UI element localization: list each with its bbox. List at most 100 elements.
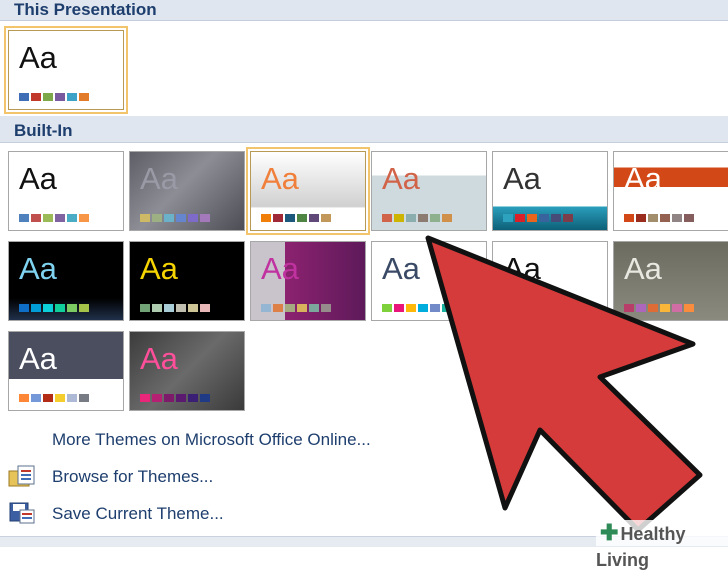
color-swatch: [164, 304, 174, 312]
color-swatch: [672, 214, 682, 222]
theme-thumbnail-apex[interactable]: Aa: [129, 151, 245, 231]
theme-thumbnail-oriel[interactable]: Aa: [8, 331, 124, 411]
theme-thumbnail-current[interactable]: Aa: [4, 26, 128, 114]
color-swatch: [67, 394, 77, 402]
color-swatch: [31, 304, 41, 312]
color-swatches: [19, 394, 89, 402]
color-swatch: [19, 304, 29, 312]
theme-sample-text: Aa: [140, 161, 178, 196]
color-swatch: [19, 214, 29, 222]
color-swatch: [309, 214, 319, 222]
color-swatch: [551, 304, 561, 312]
color-swatch: [297, 214, 307, 222]
color-swatch: [285, 304, 295, 312]
color-swatch: [285, 214, 295, 222]
color-swatch: [442, 214, 452, 222]
color-swatch: [55, 93, 65, 101]
color-swatches: [140, 214, 210, 222]
color-swatches: [382, 304, 452, 312]
color-swatch: [430, 214, 440, 222]
theme-thumbnail-office-theme[interactable]: Aa: [8, 151, 124, 231]
theme-sample-text: Aa: [382, 161, 420, 196]
theme-sample-text: Aa: [19, 161, 57, 196]
color-swatch: [79, 93, 89, 101]
color-swatch: [79, 214, 89, 222]
color-swatches: [19, 304, 89, 312]
color-swatches: [382, 214, 452, 222]
theme-thumbnail-module[interactable]: Aa: [492, 241, 608, 321]
theme-sample-text: Aa: [624, 161, 662, 196]
theme-sample-text: Aa: [140, 341, 178, 376]
color-swatches: [140, 394, 210, 402]
color-swatch: [297, 304, 307, 312]
color-swatch: [394, 304, 404, 312]
theme-thumbnail-median[interactable]: Aa: [250, 241, 366, 321]
color-swatch: [43, 304, 53, 312]
save-current-theme-button[interactable]: Save Current Theme...: [0, 496, 600, 530]
color-swatch: [394, 214, 404, 222]
color-swatch: [31, 93, 41, 101]
color-swatch: [442, 304, 452, 312]
color-swatch: [55, 304, 65, 312]
theme-thumbnail-concourse[interactable]: Aa: [492, 151, 608, 231]
color-swatches: [140, 304, 210, 312]
color-swatch: [515, 304, 525, 312]
color-swatch: [563, 304, 573, 312]
more-themes-online-link[interactable]: More Themes on Microsoft Office Online..…: [0, 422, 600, 456]
section-header-built-in: Built-In: [0, 116, 728, 143]
theme-thumbnail-origin[interactable]: Aa: [129, 331, 245, 411]
color-swatch: [539, 214, 549, 222]
theme-sample-text: Aa: [624, 251, 662, 286]
color-swatch: [67, 304, 77, 312]
color-swatches: [19, 214, 89, 222]
color-swatch: [67, 93, 77, 101]
browse-for-themes-label: Browse for Themes...: [52, 467, 214, 486]
color-swatch: [55, 394, 65, 402]
color-swatches: [19, 93, 89, 101]
color-swatch: [636, 304, 646, 312]
theme-sample-text: Aa: [261, 251, 299, 286]
theme-sample-text: Aa: [261, 161, 299, 196]
color-swatch: [321, 304, 331, 312]
theme-sample-text: Aa: [503, 251, 541, 286]
theme-thumbnail-metro[interactable]: Aa: [371, 241, 487, 321]
theme-thumbnail-opulent[interactable]: Aa: [613, 241, 728, 321]
color-swatch: [55, 214, 65, 222]
save-theme-icon: [8, 500, 36, 526]
color-swatch: [430, 304, 440, 312]
color-swatch: [19, 93, 29, 101]
color-swatch: [31, 394, 41, 402]
color-swatch: [43, 394, 53, 402]
color-swatch: [152, 214, 162, 222]
color-swatch: [648, 304, 658, 312]
color-swatch: [140, 214, 150, 222]
color-swatch: [406, 214, 416, 222]
browse-for-themes-button[interactable]: Browse for Themes...: [0, 459, 600, 493]
color-swatch: [164, 394, 174, 402]
color-swatch: [188, 304, 198, 312]
folder-document-icon: [8, 463, 36, 489]
color-swatch: [527, 304, 537, 312]
color-swatch: [684, 304, 694, 312]
theme-thumbnail-flow[interactable]: Aa: [8, 241, 124, 321]
theme-thumbnail-aspect[interactable]: Aa: [246, 147, 370, 235]
theme-thumbnail-civic[interactable]: Aa: [371, 151, 487, 231]
color-swatch: [188, 214, 198, 222]
color-swatch: [660, 304, 670, 312]
plus-icon: ✚: [600, 520, 619, 545]
theme-thumbnail-equity[interactable]: Aa: [613, 151, 728, 231]
color-swatch: [152, 304, 162, 312]
color-swatch: [636, 214, 646, 222]
color-swatch: [382, 304, 392, 312]
color-swatch: [624, 304, 634, 312]
color-swatch: [418, 304, 428, 312]
theme-thumbnail-foundry[interactable]: Aa: [129, 241, 245, 321]
color-swatch: [503, 304, 513, 312]
color-swatch: [67, 214, 77, 222]
color-swatch: [188, 394, 198, 402]
color-swatch: [19, 394, 29, 402]
more-themes-label: More Themes on Microsoft Office Online..…: [52, 430, 371, 449]
color-swatch: [539, 304, 549, 312]
theme-sample-text: Aa: [382, 251, 420, 286]
color-swatch: [43, 214, 53, 222]
